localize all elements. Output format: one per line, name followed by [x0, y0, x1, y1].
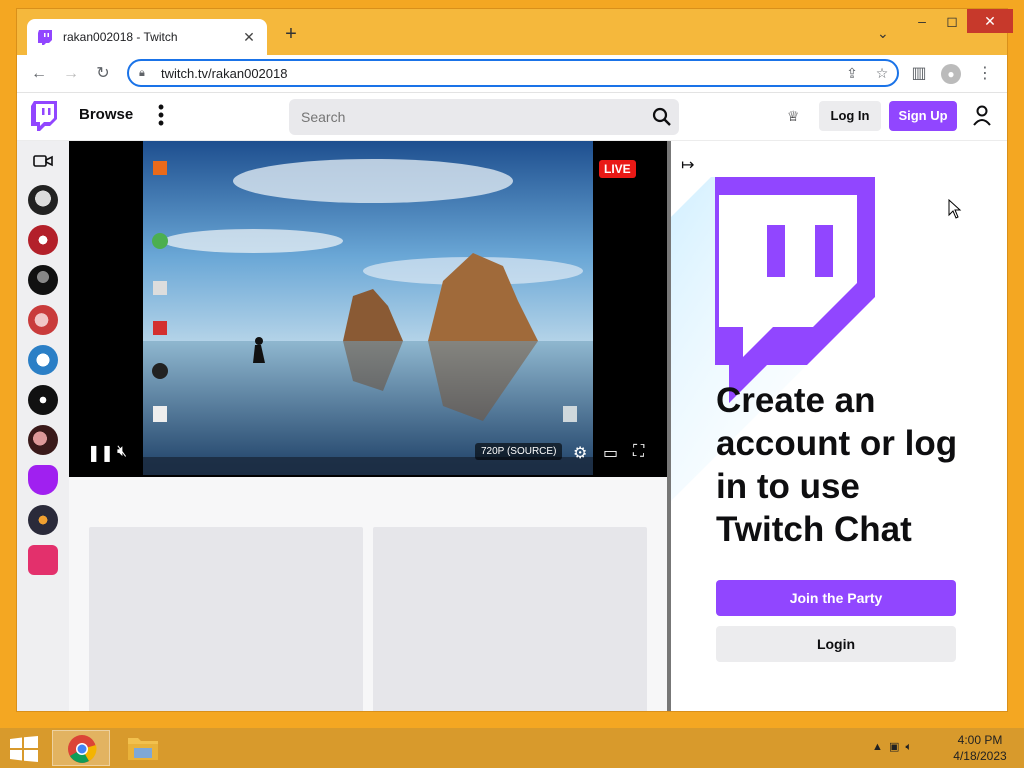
search-button[interactable]	[645, 99, 679, 135]
search-field[interactable]	[289, 99, 645, 135]
prime-crown-icon[interactable]: ♕	[787, 108, 800, 125]
browser-window: rakan002018 - Twitch ✕ + ⌄ – ◻ ✕ ← → ↻ 🔒…	[16, 8, 1013, 712]
channel-avatar[interactable]	[28, 385, 58, 415]
tab-search-chevron-icon[interactable]: ⌄	[877, 25, 889, 42]
channel-content-area	[69, 477, 667, 711]
back-icon[interactable]: ←	[29, 64, 49, 84]
search-icon	[652, 107, 671, 126]
reload-icon[interactable]: ↻	[93, 64, 113, 84]
channel-avatar[interactable]	[28, 545, 58, 575]
recommended-channels-icon	[33, 155, 53, 167]
new-tab-button[interactable]: +	[279, 23, 303, 46]
chat-panel: ↦ Create an account or log in to use Twi…	[667, 141, 1007, 711]
window-controls: – ◻ ✕	[907, 9, 1013, 37]
taskbar-clock[interactable]: 4:00 PM 4/18/2023	[952, 732, 1008, 764]
browser-tab[interactable]: rakan002018 - Twitch ✕	[27, 19, 267, 55]
browse-link[interactable]: Browse	[79, 106, 133, 123]
bookmark-star-icon[interactable]: ☆	[867, 65, 897, 82]
login-button[interactable]: Log In	[819, 101, 881, 131]
video-player[interactable]: LIVE ❚❚ 🔇︎ 720P (SOURCE) ⚙ ▭ ⛶	[69, 141, 667, 477]
signup-button[interactable]: Sign Up	[889, 101, 957, 131]
system-tray-icons[interactable]: ▲ ▣ 🔈︎	[872, 740, 912, 754]
settings-gear-icon[interactable]: ⚙	[573, 443, 587, 463]
close-window-button[interactable]: ✕	[967, 9, 1013, 33]
channel-avatar[interactable]	[28, 265, 58, 295]
theatre-mode-icon[interactable]: ▭	[603, 443, 618, 463]
channel-avatar[interactable]	[28, 185, 58, 215]
taskbar-chrome-button[interactable]	[52, 730, 110, 766]
folder-icon	[128, 738, 158, 760]
profile-avatar-icon[interactable]: ●	[941, 64, 961, 84]
content-card-placeholder	[89, 527, 363, 711]
side-panel-icon[interactable]: ▥	[909, 64, 929, 84]
followed-channels-sidebar	[17, 141, 69, 711]
more-options-icon[interactable]: • • •	[155, 98, 167, 132]
tab-close-icon[interactable]: ✕	[241, 29, 257, 46]
content-card-placeholder	[373, 527, 647, 711]
channel-avatar[interactable]	[28, 465, 58, 495]
clock-date: 4/18/2023	[953, 749, 1007, 763]
browser-toolbar: ← → ↻ 🔒︎ twitch.tv/rakan002018 ⇪ ☆ ▥ ● ⋮	[17, 55, 1007, 93]
user-icon[interactable]	[973, 105, 991, 127]
mute-icon[interactable]: 🔇︎	[117, 443, 127, 461]
twitch-favicon-icon	[38, 30, 52, 45]
pause-icon[interactable]: ❚❚	[87, 443, 114, 463]
address-bar[interactable]: 🔒︎ twitch.tv/rakan002018 ⇪ ☆	[127, 59, 899, 87]
quality-label: 720P (SOURCE)	[475, 443, 563, 460]
windows-start-icon[interactable]	[10, 736, 38, 762]
chat-signup-heading: Create an account or log in to use Twitc…	[716, 381, 958, 549]
forward-icon[interactable]: →	[61, 64, 81, 84]
channel-avatar[interactable]	[28, 505, 58, 535]
title-bar: rakan002018 - Twitch ✕ + ⌄ – ◻ ✕	[17, 9, 1013, 55]
maximize-button[interactable]: ◻	[937, 9, 967, 33]
taskbar-file-explorer-button[interactable]	[114, 730, 172, 766]
twitch-page: Browse ••• ♕ Log In Sign Up	[17, 93, 1007, 711]
channel-avatar[interactable]	[28, 225, 58, 255]
tab-title: rakan002018 - Twitch	[63, 30, 178, 44]
live-badge: LIVE	[599, 160, 636, 178]
search-input[interactable]	[301, 109, 645, 125]
channel-avatar[interactable]	[28, 345, 58, 375]
collapse-chat-icon[interactable]: ↦	[681, 155, 694, 175]
chrome-icon	[68, 735, 97, 763]
channel-avatar[interactable]	[28, 305, 58, 335]
join-the-party-button[interactable]: Join the Party	[716, 580, 956, 616]
twitch-navbar: Browse ••• ♕ Log In Sign Up	[17, 93, 1007, 141]
minimize-button[interactable]: –	[907, 9, 937, 33]
stream-video-frame	[143, 141, 593, 475]
url-text[interactable]: twitch.tv/rakan002018	[155, 66, 837, 81]
lock-icon: 🔒︎	[139, 66, 145, 79]
menu-kebab-icon[interactable]: ⋮	[975, 64, 995, 84]
fullscreen-icon[interactable]: ⛶	[633, 443, 644, 461]
mouse-cursor-icon	[948, 199, 962, 219]
windows-taskbar: ▲ ▣ 🔈︎ 4:00 PM 4/18/2023	[0, 728, 1024, 768]
twitch-logo-icon[interactable]	[31, 101, 57, 131]
chat-login-button[interactable]: Login	[716, 626, 956, 662]
clock-time: 4:00 PM	[957, 733, 1003, 747]
share-icon[interactable]: ⇪	[837, 65, 867, 82]
channel-avatar[interactable]	[28, 425, 58, 455]
